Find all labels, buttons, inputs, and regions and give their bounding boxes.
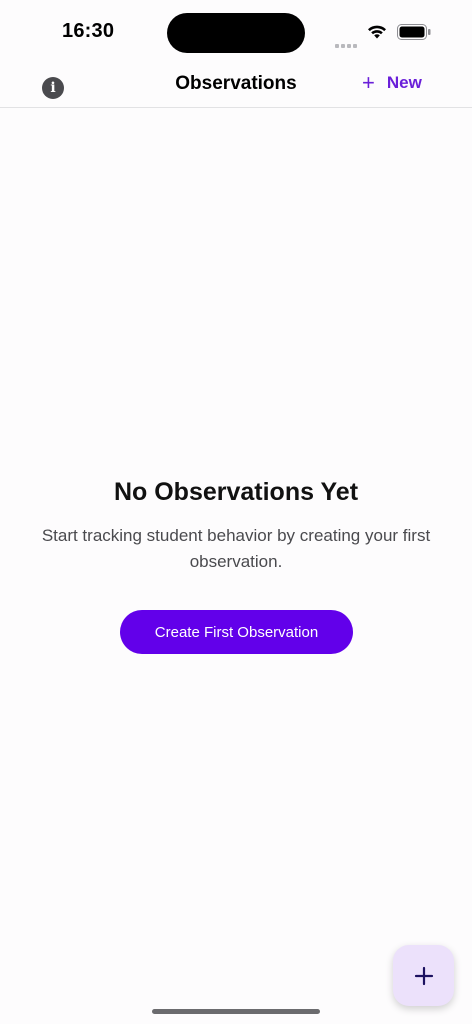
create-first-observation-button[interactable]: Create First Observation xyxy=(120,610,353,654)
new-observation-button[interactable]: + New xyxy=(362,70,422,95)
signal-icon xyxy=(335,35,359,53)
status-bar: 16:30 xyxy=(0,0,472,64)
add-observation-fab[interactable] xyxy=(393,945,454,1006)
navigation-bar: i Observations + New xyxy=(0,64,472,108)
new-button-label: New xyxy=(386,73,422,92)
plus-icon: + xyxy=(362,70,375,95)
empty-state-description: Start tracking student behavior by creat… xyxy=(41,526,431,571)
status-time: 16:30 xyxy=(62,20,115,42)
empty-state: No Observations Yet Start tracking stude… xyxy=(0,478,472,575)
battery-icon xyxy=(397,24,431,40)
empty-state-title: No Observations Yet xyxy=(113,478,359,506)
wifi-icon xyxy=(368,25,386,39)
home-indicator[interactable] xyxy=(152,1009,320,1014)
plus-icon xyxy=(414,966,433,985)
dynamic-island xyxy=(167,13,305,53)
